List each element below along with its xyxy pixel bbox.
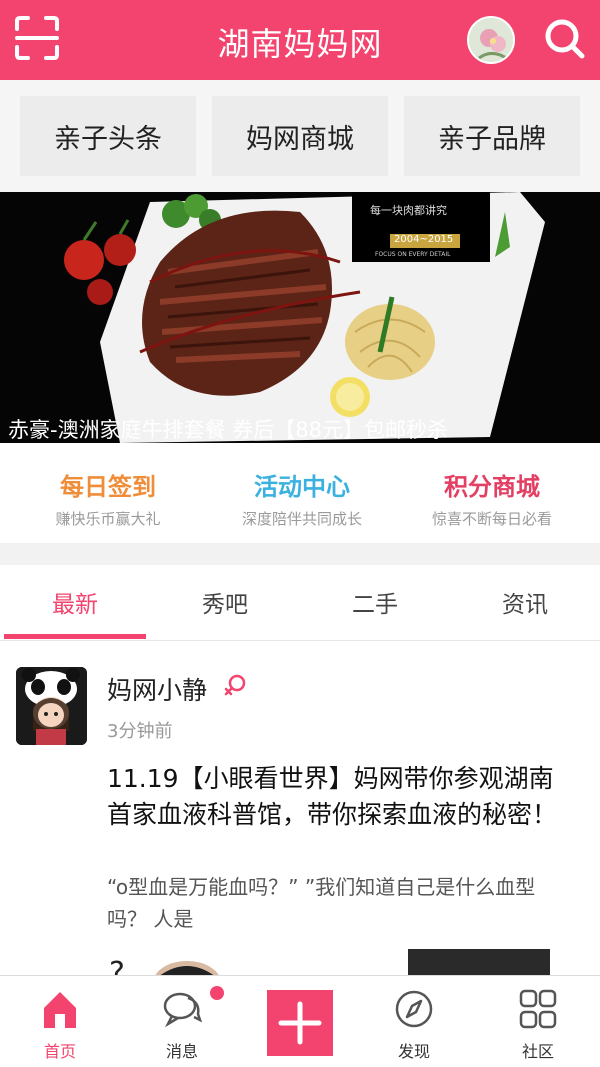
search-icon[interactable] <box>542 16 588 62</box>
feature-subtitle: 深度陪伴共同成长 <box>241 510 362 528</box>
feature-points-mall[interactable]: 积分商城 惊喜不断每日必看 <box>392 467 592 529</box>
plus-icon <box>278 1001 322 1045</box>
grid-icon <box>519 989 557 1029</box>
svg-text:?: ? <box>109 956 125 975</box>
feature-row: 每日签到 赚快乐币赢大礼 活动中心 深度陪伴共同成长 积分商城 惊喜不断每日必看 <box>0 443 600 543</box>
post-title[interactable]: 11.19【小眼看世界】妈网带你参观湖南首家血液科普馆，带你探索血液的秘密！ <box>107 761 567 833</box>
feature-daily-checkin[interactable]: 每日签到 赚快乐币赢大礼 <box>8 467 208 529</box>
post-excerpt: “o型血是万能血吗？” ”我们知道自己是什么血型吗？ 人是 <box>107 875 536 931</box>
banner-label-top: 每一块肉都讲究 <box>370 204 447 217</box>
post-image: ? <box>109 956 219 975</box>
feature-subtitle: 惊喜不断每日必看 <box>431 510 552 528</box>
promo-banner[interactable]: 每一块肉都讲究 2004~2015 FOCUS ON EVERY DETAIL … <box>0 192 600 443</box>
banner-caption: 赤豪-澳洲家庭牛排套餐 券后【88元】包邮秒杀 <box>8 418 448 442</box>
tab-secondhand[interactable]: 二手 <box>300 565 450 641</box>
nav-label: 发现 <box>397 1042 430 1061</box>
tab-latest[interactable]: 最新 <box>0 565 150 641</box>
nav-community[interactable]: 社区 <box>478 976 598 1067</box>
feature-title: 积分商城 <box>444 473 540 501</box>
nav-home[interactable]: 首页 <box>0 976 120 1067</box>
nav-label: 消息 <box>165 1042 198 1061</box>
tab-show[interactable]: 秀吧 <box>150 565 300 641</box>
banner-image <box>0 192 600 443</box>
category-mall[interactable]: 妈网商城 <box>212 96 388 176</box>
home-icon <box>44 992 76 1028</box>
section-divider <box>0 543 600 565</box>
tab-news[interactable]: 资讯 <box>450 565 600 641</box>
feature-activity-center[interactable]: 活动中心 深度陪伴共同成长 <box>202 467 402 529</box>
active-tab-indicator <box>4 634 146 639</box>
category-brands[interactable]: 亲子品牌 <box>404 96 580 176</box>
feature-subtitle: 赚快乐币赢大礼 <box>55 510 161 528</box>
nav-label: 首页 <box>43 1042 76 1061</box>
post-image <box>408 949 550 975</box>
banner-label-years: 2004~2015 <box>394 234 454 245</box>
bottom-navigation: 首页 消息 发现 社区 <box>0 975 600 1067</box>
app-header: 湖南妈妈网 <box>0 0 600 80</box>
create-post-button[interactable] <box>267 990 333 1056</box>
author-name[interactable]: 妈网小静 <box>107 671 207 707</box>
post-card[interactable]: 妈网小静 3分钟前 11.19【小眼看世界】妈网带你参观湖南首家血液科普馆，带你… <box>0 641 600 975</box>
nav-label: 社区 <box>521 1042 554 1061</box>
content-tabs: 最新 秀吧 二手 资讯 <box>0 565 600 641</box>
female-icon <box>224 674 246 696</box>
nav-discover[interactable]: 发现 <box>354 976 474 1067</box>
feature-title: 活动中心 <box>254 473 350 501</box>
post-time: 3分钟前 <box>107 721 173 742</box>
category-bar: 亲子头条 妈网商城 亲子品牌 <box>0 80 600 192</box>
category-parenting-headlines[interactable]: 亲子头条 <box>20 96 196 176</box>
compass-icon <box>395 990 433 1028</box>
author-avatar[interactable] <box>16 667 87 745</box>
notification-badge <box>210 986 224 1000</box>
banner-label-sub: FOCUS ON EVERY DETAIL <box>375 251 451 258</box>
avatar[interactable] <box>467 16 515 64</box>
nav-messages[interactable]: 消息 <box>122 976 242 1067</box>
feature-title: 每日签到 <box>60 473 156 501</box>
message-icon <box>163 992 202 1028</box>
